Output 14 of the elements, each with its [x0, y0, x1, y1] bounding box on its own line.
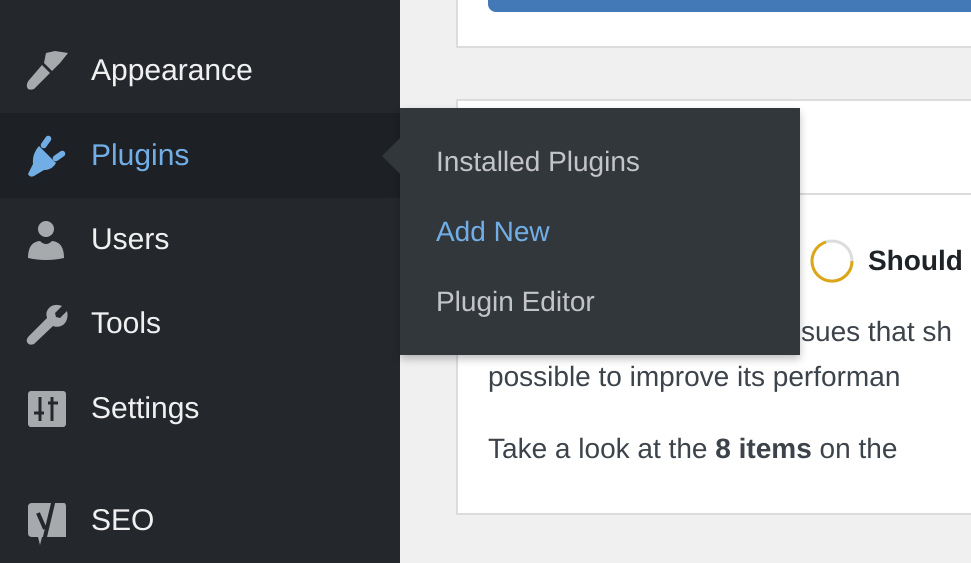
submenu-item[interactable]: Installed Plugins	[400, 144, 800, 214]
sidebar-item[interactable]: Tools	[0, 282, 400, 366]
sidebar-item[interactable]: SEO	[0, 478, 400, 563]
submenu-item[interactable]: Add New	[400, 214, 800, 284]
description-text: sues that sh	[801, 315, 952, 349]
sidebar-item[interactable]: Plugins	[0, 113, 400, 198]
sidebar-item[interactable]: Users	[0, 198, 400, 282]
submenu-item[interactable]: Plugin Editor	[400, 284, 800, 354]
sidebar-item[interactable]: Appearance	[0, 29, 400, 114]
status-ring-icon	[808, 237, 856, 285]
status-title: Should	[868, 245, 963, 277]
description-text: possible to improve its performan	[488, 360, 902, 394]
sidebar-item[interactable]: Settings	[0, 366, 400, 451]
summary-text: Take a look at the 8 items on the	[488, 432, 898, 466]
